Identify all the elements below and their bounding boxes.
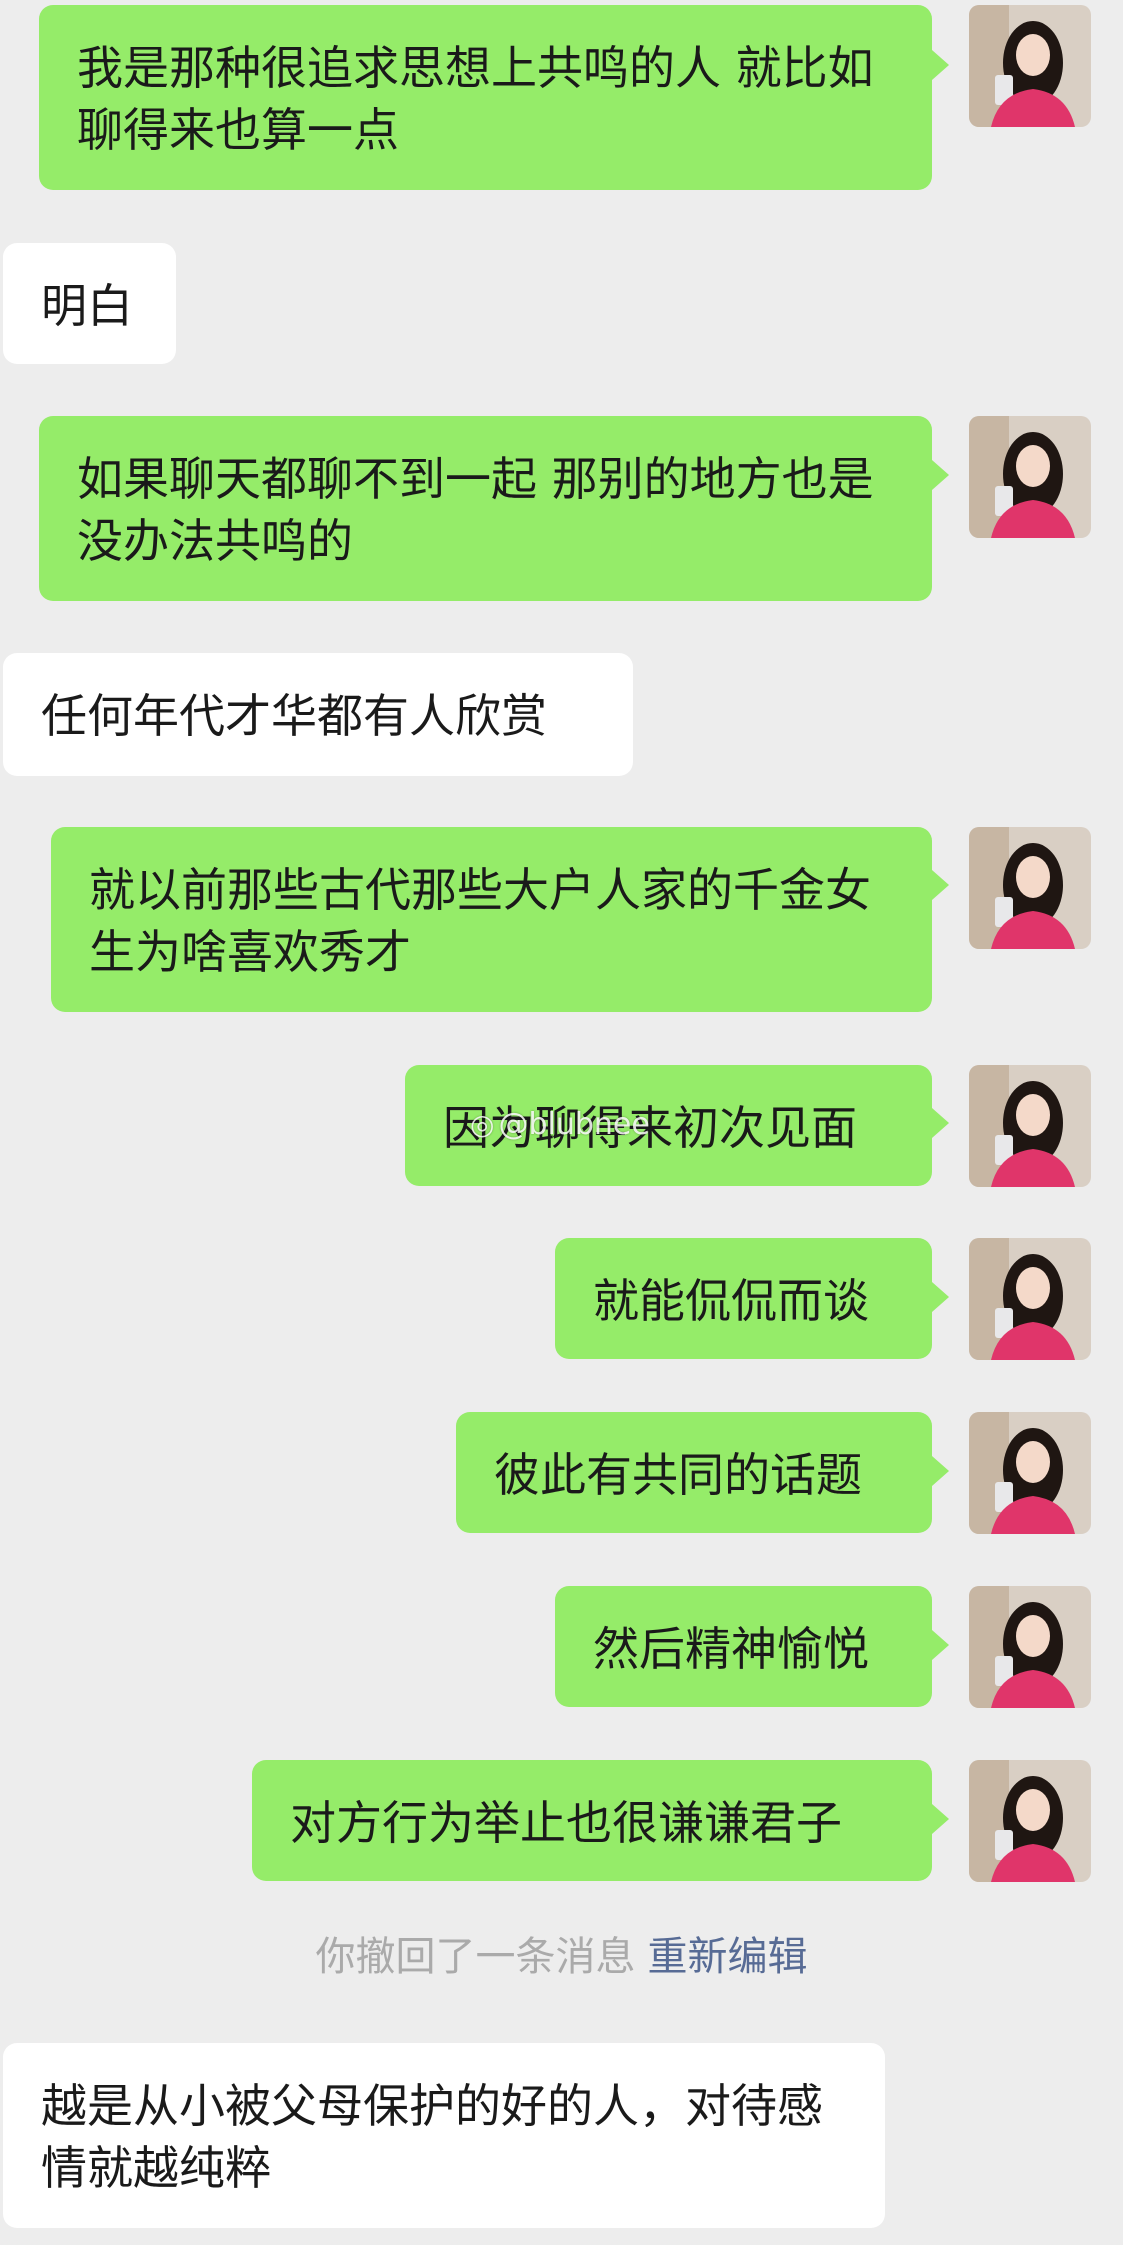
message-bubble-sent[interactable]: 对方行为举止也很谦谦君子: [252, 1760, 932, 1881]
bubble-tail: [932, 1804, 949, 1834]
avatar[interactable]: [969, 1586, 1091, 1708]
avatar-image-icon: [969, 1760, 1091, 1882]
avatar[interactable]: [969, 1412, 1091, 1534]
bubble-tail: [932, 50, 949, 80]
re-edit-link[interactable]: 重新编辑: [648, 1934, 808, 1980]
avatar[interactable]: [969, 1760, 1091, 1882]
bubble-tail: [932, 460, 949, 490]
bubble-tail: [932, 1456, 949, 1486]
avatar-image-icon: [969, 5, 1091, 127]
message-bubble-sent[interactable]: 我是那种很追求思想上共鸣的人 就比如聊得来也算一点: [39, 5, 932, 190]
message-bubble-received[interactable]: 任何年代才华都有人欣赏: [3, 653, 633, 776]
message-bubble-received[interactable]: 明白: [3, 243, 176, 364]
avatar[interactable]: [969, 1065, 1091, 1187]
avatar-image-icon: [969, 1065, 1091, 1187]
avatar-image-icon: [969, 1238, 1091, 1360]
recall-text: 你撤回了一条消息: [315, 1934, 636, 1980]
message-bubble-sent[interactable]: 如果聊天都聊不到一起 那别的地方也是没办法共鸣的: [39, 416, 932, 601]
avatar-image-icon: [969, 1412, 1091, 1534]
avatar[interactable]: [969, 827, 1091, 949]
avatar[interactable]: [969, 5, 1091, 127]
recall-notice: 你撤回了一条消息 重新编辑: [0, 1930, 1123, 1984]
avatar-image-icon: [969, 1586, 1091, 1708]
bubble-tail: [932, 1108, 949, 1138]
avatar-image-icon: [969, 827, 1091, 949]
avatar[interactable]: [969, 1238, 1091, 1360]
message-bubble-sent[interactable]: 然后精神愉悦: [555, 1586, 932, 1707]
bubble-tail: [932, 1630, 949, 1660]
message-bubble-sent[interactable]: 就以前那些古代那些大户人家的千金女生为啥喜欢秀才: [51, 827, 932, 1012]
bubble-tail: [932, 1282, 949, 1312]
message-bubble-sent[interactable]: 就能侃侃而谈: [555, 1238, 932, 1359]
message-bubble-sent[interactable]: 因为聊得来初次见面: [405, 1065, 932, 1186]
avatar-image-icon: [969, 416, 1091, 538]
bubble-tail: [932, 870, 949, 900]
message-bubble-received[interactable]: 越是从小被父母保护的好的人，对待感情就越纯粹: [3, 2043, 885, 2228]
message-bubble-sent[interactable]: 彼此有共同的话题: [456, 1412, 932, 1533]
avatar[interactable]: [969, 416, 1091, 538]
